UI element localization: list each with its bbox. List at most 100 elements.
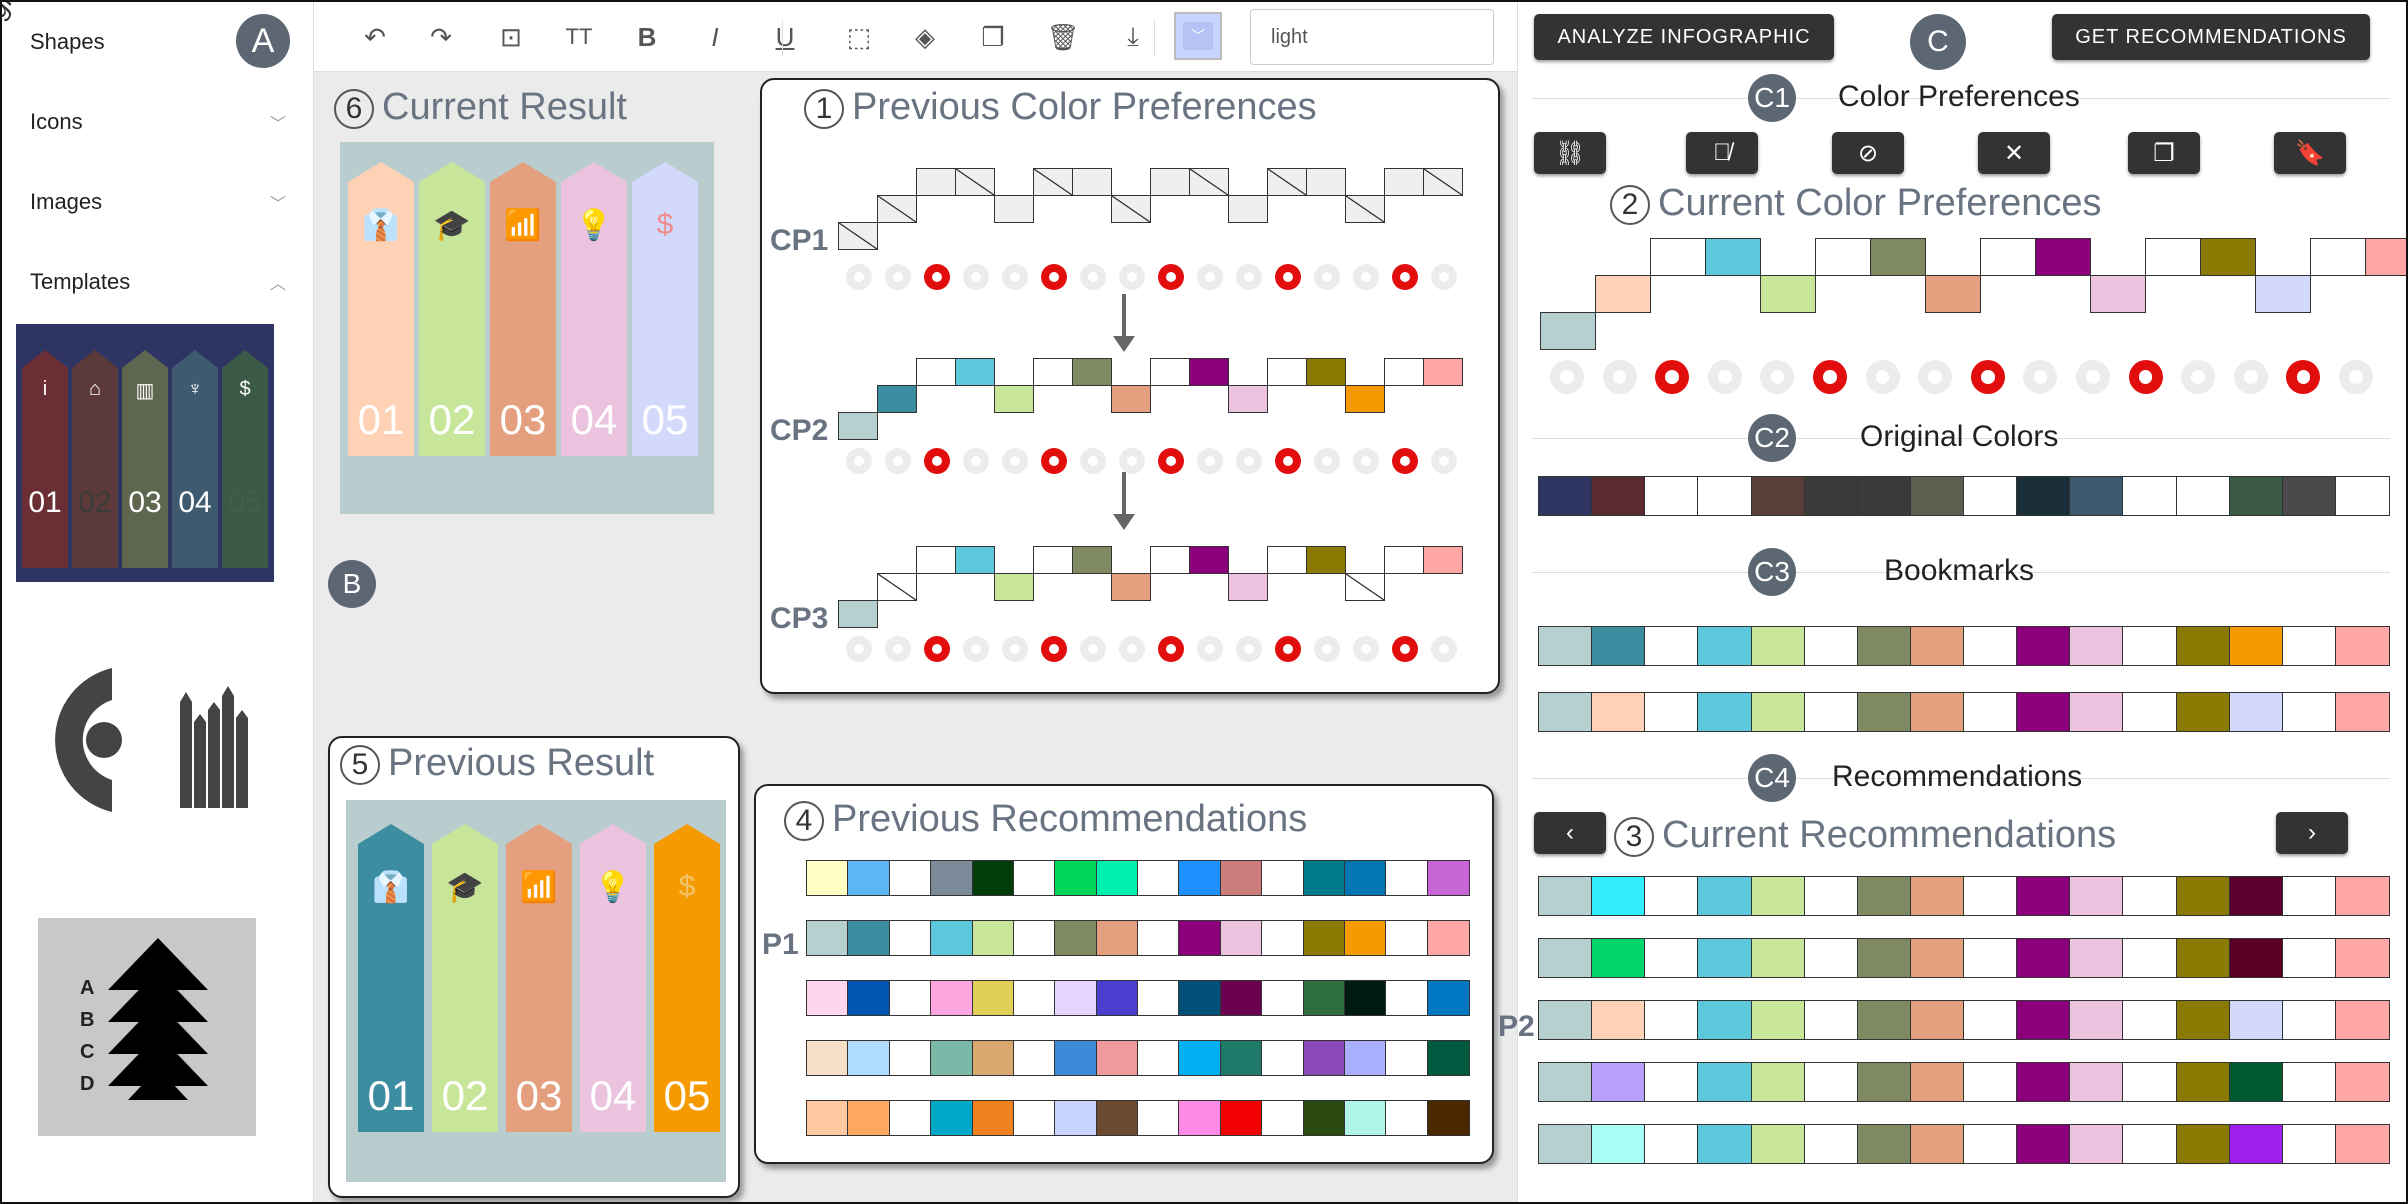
color-swatch[interactable] [1980, 238, 2036, 276]
color-swatch[interactable] [2335, 693, 2389, 731]
color-swatch[interactable] [2070, 1063, 2124, 1101]
color-swatch[interactable] [838, 600, 878, 628]
color-swatch[interactable] [1645, 627, 1699, 665]
color-swatch[interactable] [972, 1101, 1014, 1135]
color-swatch[interactable] [848, 981, 890, 1015]
color-swatch[interactable] [1592, 693, 1646, 731]
color-swatch[interactable] [2070, 1125, 2124, 1163]
download-icon[interactable]: ⤓ [1112, 16, 1154, 58]
color-swatch[interactable] [1384, 358, 1424, 386]
color-swatch[interactable] [1138, 981, 1180, 1015]
color-swatch[interactable] [1910, 477, 1964, 515]
color-swatch[interactable] [1072, 168, 1112, 196]
color-swatch[interactable] [1539, 1001, 1593, 1039]
infographic-column[interactable]: 💡 04 [580, 824, 646, 1132]
priority-dot[interactable] [1080, 448, 1106, 474]
color-swatch[interactable] [2282, 477, 2336, 515]
priority-dot[interactable] [1197, 636, 1223, 662]
color-swatch[interactable] [848, 1101, 890, 1135]
color-swatch[interactable] [1013, 861, 1056, 895]
priority-dot[interactable] [1970, 360, 2005, 394]
color-swatch[interactable] [1857, 1125, 1911, 1163]
color-swatch[interactable] [1427, 861, 1469, 895]
color-swatch[interactable] [1267, 546, 1307, 574]
color-swatch[interactable] [1804, 1063, 1858, 1101]
color-swatch[interactable] [1228, 195, 1268, 223]
priority-dot[interactable] [1602, 360, 1637, 394]
color-swatch[interactable] [931, 1041, 973, 1075]
template-thumbnail[interactable]: i 01 ⌂ 02 ▥ 03 ♆ 04 $05 [16, 324, 274, 582]
color-swatch[interactable] [807, 861, 849, 895]
color-swatch[interactable] [1698, 477, 1752, 515]
color-swatch[interactable] [2229, 1001, 2283, 1039]
color-swatch[interactable] [1179, 1101, 1221, 1135]
infographic-column[interactable]: 📶 03 [506, 824, 572, 1132]
priority-dot[interactable] [1275, 264, 1301, 290]
priority-dot[interactable] [1353, 636, 1379, 662]
color-swatch[interactable] [1698, 1063, 1752, 1101]
color-swatch[interactable] [1857, 477, 1911, 515]
delete-icon[interactable]: 🗑 [1042, 16, 1084, 58]
color-swatch[interactable] [1423, 168, 1463, 196]
link-icon[interactable]: ⛓ [1534, 132, 1606, 174]
color-swatch[interactable] [1857, 693, 1911, 731]
shape-thumbnails[interactable] [36, 662, 256, 822]
color-swatch[interactable] [2229, 939, 2283, 977]
color-swatch[interactable] [1423, 358, 1463, 386]
color-swatch[interactable] [1427, 921, 1469, 955]
redo-icon[interactable]: ↷ [420, 16, 462, 58]
color-swatch[interactable] [931, 921, 973, 955]
color-swatch[interactable] [1539, 627, 1593, 665]
color-swatch[interactable] [1344, 1041, 1387, 1075]
color-swatch[interactable] [889, 921, 932, 955]
color-swatch[interactable] [1055, 1101, 1097, 1135]
color-swatch[interactable] [2335, 627, 2389, 665]
color-swatch[interactable] [1386, 1041, 1428, 1075]
color-swatch[interactable] [972, 921, 1014, 955]
color-swatch[interactable] [1857, 939, 1911, 977]
color-swatch[interactable] [1220, 981, 1263, 1015]
recommendation-row[interactable] [1538, 938, 2390, 978]
color-swatch[interactable] [1539, 877, 1593, 915]
color-swatch[interactable] [1595, 275, 1651, 313]
color-swatch[interactable] [2017, 877, 2071, 915]
color-swatch[interactable] [2017, 693, 2071, 731]
priority-dot[interactable] [924, 636, 950, 662]
priority-dot[interactable] [1314, 636, 1340, 662]
color-swatch[interactable] [877, 573, 917, 601]
color-swatch[interactable] [1592, 877, 1646, 915]
priority-dot[interactable] [1918, 360, 1953, 394]
color-swatch[interactable] [2070, 939, 2124, 977]
color-swatch[interactable] [889, 981, 932, 1015]
color-swatch[interactable] [2229, 877, 2283, 915]
color-swatch[interactable] [916, 546, 956, 574]
priority-dot[interactable] [1041, 636, 1067, 662]
color-swatch[interactable] [1423, 546, 1463, 574]
priority-dot[interactable] [1080, 264, 1106, 290]
undo-icon[interactable]: ↶ [354, 16, 396, 58]
priority-dot[interactable] [1158, 636, 1184, 662]
priority-dot[interactable] [1392, 264, 1418, 290]
color-swatch[interactable] [2070, 1001, 2124, 1039]
color-swatch[interactable] [1303, 1041, 1345, 1075]
color-swatch[interactable] [1179, 861, 1221, 895]
color-swatch[interactable] [1189, 168, 1229, 196]
color-swatch[interactable] [1964, 877, 2018, 915]
priority-dot[interactable] [1353, 264, 1379, 290]
color-swatch[interactable] [1539, 1125, 1593, 1163]
color-swatch[interactable] [1345, 385, 1385, 413]
sidebar-item-templates[interactable]: Templates ︿ [30, 262, 290, 302]
color-swatch[interactable] [1592, 1063, 1646, 1101]
priority-dot[interactable] [1275, 636, 1301, 662]
priority-dot[interactable] [1080, 636, 1106, 662]
priority-dot[interactable] [963, 264, 989, 290]
color-swatch[interactable] [1592, 627, 1646, 665]
color-swatch[interactable] [1539, 939, 1593, 977]
get-recommendations-button[interactable]: GET RECOMMENDATIONS [2052, 14, 2370, 60]
color-swatch[interactable] [2176, 693, 2230, 731]
priority-dot[interactable] [1236, 448, 1262, 474]
infographic-column[interactable]: 🎓 02 [419, 162, 485, 456]
color-swatch[interactable] [1964, 939, 2018, 977]
color-swatch[interactable] [1698, 627, 1752, 665]
priority-dot[interactable] [885, 264, 911, 290]
